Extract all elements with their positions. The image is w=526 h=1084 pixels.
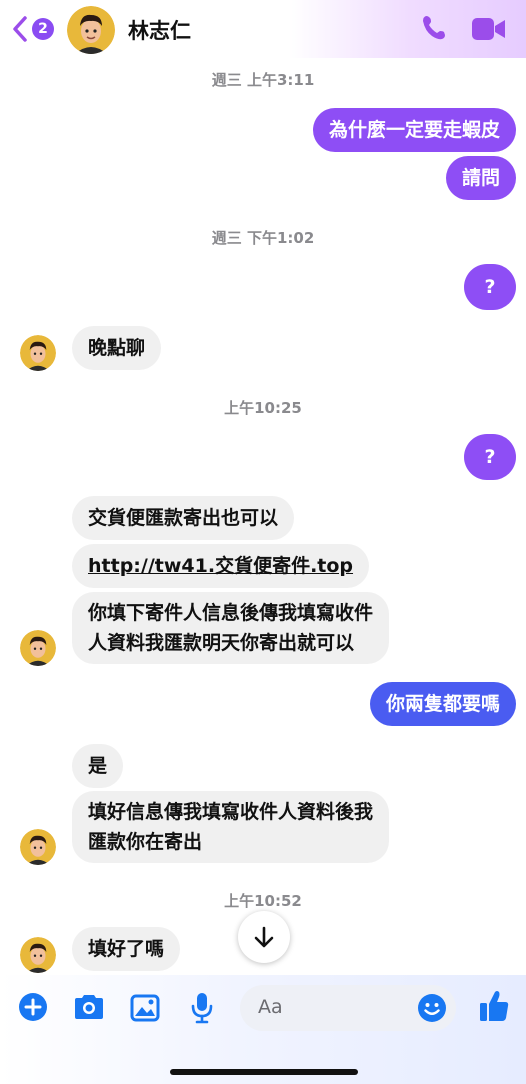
contact-avatar[interactable] (67, 6, 115, 54)
back-chevron-icon (13, 16, 27, 42)
outgoing-message[interactable]: ? (464, 264, 516, 310)
outgoing-message[interactable]: 為什麼一定要走蝦皮 (312, 108, 516, 152)
incoming-message[interactable]: 晚點聊 (72, 326, 162, 370)
home-indicator (170, 1069, 358, 1075)
video-icon[interactable] (471, 16, 507, 42)
chat-screen: 2 林志仁 週三 上午3:11 為什麼一定要走蝦皮 請問 週三 下午1:02 ? (0, 0, 526, 1084)
memoji-avatar-image (20, 937, 56, 973)
incoming-message[interactable]: 你填下寄件人信息後傳我填寫收件 人資料我匯款明天你寄出就可以 (72, 592, 390, 664)
arrow-down-icon (254, 926, 274, 948)
message-line: 填好信息傳我填寫收件人資料後我 (88, 801, 374, 823)
message-input-placeholder: Aa (258, 996, 283, 1018)
memoji-avatar-image (67, 6, 115, 54)
incoming-message[interactable]: 交貨便匯款寄出也可以 (72, 496, 295, 540)
plus-icon[interactable] (18, 992, 48, 1022)
timestamp: 上午10:25 (224, 399, 302, 417)
back-button[interactable]: 2 (10, 12, 60, 46)
contact-name[interactable]: 林志仁 (128, 15, 191, 45)
composer-bar: Aa (0, 975, 526, 1084)
phone-icon[interactable] (419, 13, 449, 43)
outgoing-message[interactable]: 你兩隻都要嗎 (369, 682, 516, 726)
scroll-to-bottom-button[interactable] (238, 911, 290, 963)
emoji-icon[interactable] (417, 993, 447, 1023)
timestamp: 週三 上午3:11 (211, 71, 315, 89)
image-icon[interactable] (130, 994, 160, 1022)
incoming-link-message[interactable]: http://tw41.交貨便寄件.top (72, 544, 370, 588)
timestamp: 上午10:52 (224, 892, 302, 910)
message-line: 人資料我匯款明天你寄出就可以 (88, 632, 355, 654)
memoji-avatar-image (20, 829, 56, 865)
unread-badge: 2 (32, 18, 54, 40)
sender-avatar[interactable] (20, 335, 56, 371)
timestamp: 週三 下午1:02 (211, 229, 315, 247)
incoming-message[interactable]: 填好信息傳我填寫收件人資料後我 匯款你在寄出 (72, 791, 390, 863)
memoji-avatar-image (20, 630, 56, 666)
camera-icon[interactable] (72, 993, 106, 1021)
message-line: 匯款你在寄出 (88, 831, 203, 853)
thumbs-up-icon[interactable] (478, 989, 510, 1023)
message-line: 你填下寄件人信息後傳我填寫收件 (88, 602, 374, 624)
outgoing-message[interactable]: ? (464, 434, 516, 480)
incoming-message[interactable]: 是 (72, 744, 124, 788)
sender-avatar[interactable] (20, 829, 56, 865)
message-input[interactable]: Aa (240, 985, 456, 1031)
sender-avatar[interactable] (20, 630, 56, 666)
memoji-avatar-image (20, 335, 56, 371)
chat-header: 2 林志仁 (0, 0, 526, 58)
microphone-icon[interactable] (189, 991, 215, 1025)
incoming-message[interactable]: 填好了嗎 (72, 927, 181, 971)
sender-avatar[interactable] (20, 937, 56, 973)
outgoing-message[interactable]: 請問 (445, 156, 516, 200)
